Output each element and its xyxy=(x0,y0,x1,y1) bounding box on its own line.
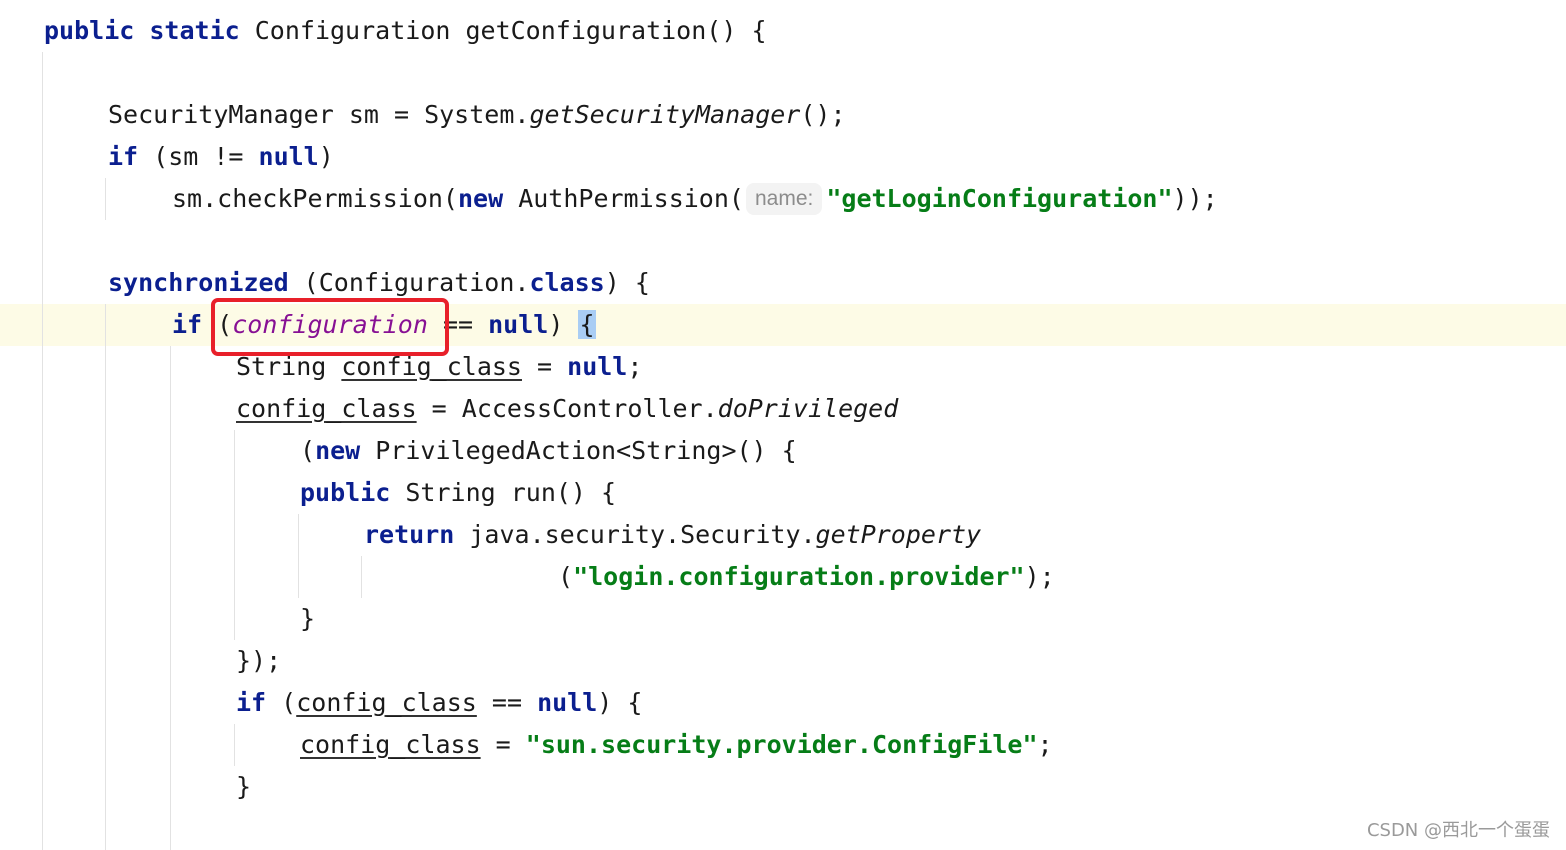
matched-brace: { xyxy=(578,310,596,339)
code-line-13: return java.security.Security.getPropert… xyxy=(364,514,981,556)
keyword: if xyxy=(108,142,139,171)
keyword: if xyxy=(236,688,267,717)
code-text: ( xyxy=(266,688,297,717)
string-literal: "getLoginConfiguration" xyxy=(826,184,1173,213)
code-text: java.security.Security. xyxy=(454,520,816,549)
watermark: CSDN @西北一个蛋蛋 xyxy=(1366,820,1550,841)
keyword: synchronized xyxy=(108,268,289,297)
string-literal: "login.configuration.provider" xyxy=(573,562,1025,591)
code-line-14: ("login.configuration.provider"); xyxy=(558,556,1055,598)
code-text: ) xyxy=(318,142,334,171)
code-line-11: (new PrivilegedAction<String>() { xyxy=(300,430,797,472)
code-line-17: if (config_class == null) { xyxy=(236,682,642,724)
code-text: String run() { xyxy=(390,478,617,507)
local-variable: config_class xyxy=(341,352,522,381)
code-text: ) xyxy=(548,310,579,339)
code-line-4: if (sm != null) xyxy=(108,136,334,178)
keyword: public xyxy=(44,16,135,45)
keyword: null xyxy=(258,142,319,171)
parameter-hint: name: xyxy=(745,183,823,215)
code-text: ) { xyxy=(597,688,643,717)
local-variable: config_class xyxy=(296,688,477,717)
local-variable: config_class xyxy=(236,394,417,423)
keyword: static xyxy=(149,16,240,45)
keyword: null xyxy=(488,310,549,339)
code-line-19: } xyxy=(236,766,251,808)
code-text: ); xyxy=(1024,562,1055,591)
code-line-1: public static Configuration getConfigura… xyxy=(44,10,767,52)
indent-guide xyxy=(361,556,362,598)
code-text: (Configuration. xyxy=(288,268,530,297)
code-text: sm.checkPermission( xyxy=(172,184,458,213)
code-line-3: SecurityManager sm = System.getSecurityM… xyxy=(108,94,846,136)
code-text: = xyxy=(480,730,526,759)
method-name: getSecurityManager xyxy=(529,100,801,129)
keyword: if xyxy=(172,310,203,339)
code-text: } xyxy=(300,604,316,633)
keyword: new xyxy=(457,184,504,213)
keyword: return xyxy=(364,520,455,549)
string-literal: "sun.security.provider.ConfigFile" xyxy=(525,730,1038,759)
code-text: = xyxy=(521,352,568,381)
indent-guide xyxy=(170,346,171,850)
code-text: PrivilegedAction<String>() { xyxy=(360,436,797,465)
code-line-12: public String run() { xyxy=(300,472,616,514)
code-text: Configuration getConfiguration() { xyxy=(254,16,767,45)
code-line-5: sm.checkPermission(new AuthPermission(na… xyxy=(172,178,1218,220)
code-text: ; xyxy=(1037,730,1053,759)
code-text: String xyxy=(236,352,342,381)
keyword: new xyxy=(315,436,361,465)
code-text: } xyxy=(236,772,252,801)
keyword: public xyxy=(300,478,391,507)
code-text: = AccessController. xyxy=(416,394,718,423)
code-editor[interactable]: public static Configuration getConfigura… xyxy=(0,0,1566,850)
indent-guide xyxy=(105,178,106,220)
local-variable: config_class xyxy=(300,730,481,759)
code-line-18: config_class = "sun.security.provider.Co… xyxy=(300,724,1053,766)
code-line-15: } xyxy=(300,598,315,640)
indent-guide xyxy=(105,304,106,850)
keyword: class xyxy=(529,268,605,297)
code-text: AuthPermission( xyxy=(503,184,744,213)
code-line-10: config_class = AccessController.doPrivil… xyxy=(236,388,898,430)
keyword: null xyxy=(537,688,598,717)
indent-guide xyxy=(298,514,299,598)
code-text: (); xyxy=(800,100,846,129)
code-text: }); xyxy=(236,646,282,675)
code-text: )); xyxy=(1172,184,1218,213)
code-text: SecurityManager sm = System. xyxy=(108,100,530,129)
code-text: == xyxy=(476,688,538,717)
code-text: ( xyxy=(300,436,316,465)
code-text: (sm != xyxy=(138,142,259,171)
code-text: ; xyxy=(627,352,643,381)
code-text: ( xyxy=(558,562,574,591)
indent-guide xyxy=(234,430,235,640)
code-line-16: }); xyxy=(236,640,281,682)
method-name: doPrivileged xyxy=(717,394,899,423)
indent-guide xyxy=(234,724,235,766)
indent-guide xyxy=(42,52,43,850)
code-text: ) { xyxy=(604,268,650,297)
keyword: null xyxy=(567,352,628,381)
method-name: getProperty xyxy=(815,520,982,549)
highlight-annotation-box xyxy=(211,298,449,356)
